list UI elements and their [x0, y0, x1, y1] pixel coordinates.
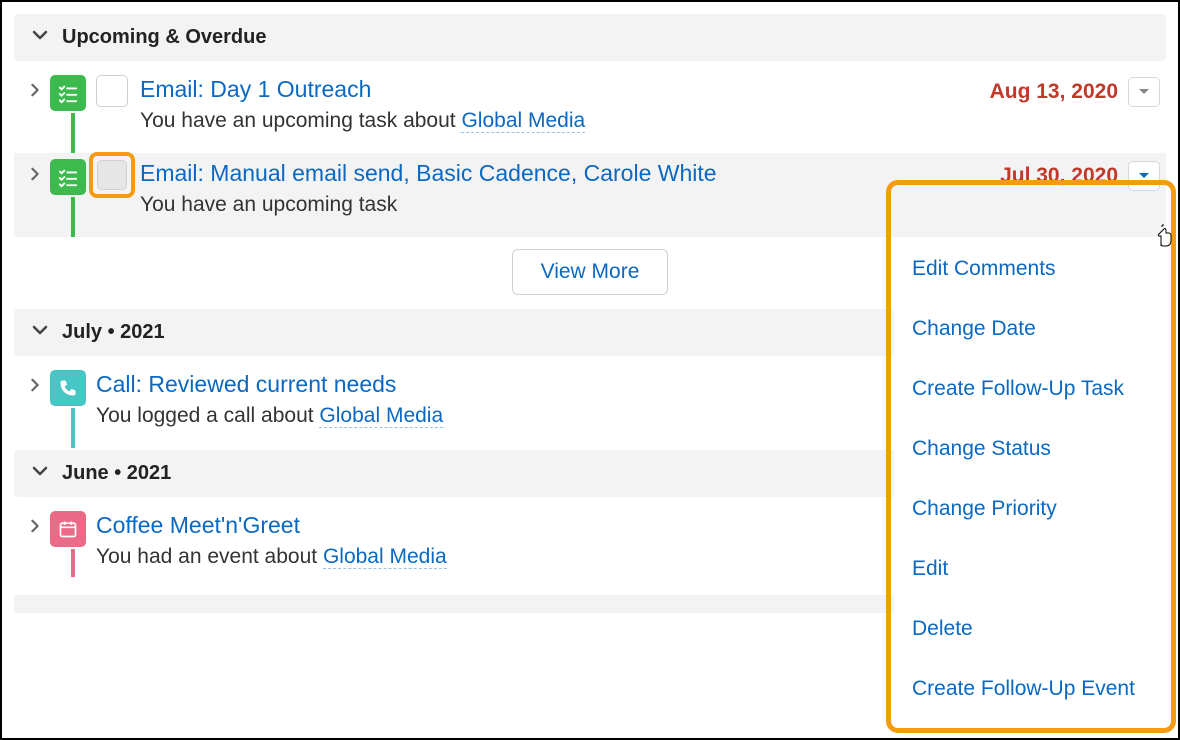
- menu-create-followup-task[interactable]: Create Follow-Up Task: [894, 359, 1167, 419]
- row-actions-menu: Edit Comments Change Date Create Follow-…: [894, 239, 1167, 719]
- menu-change-priority[interactable]: Change Priority: [894, 479, 1167, 539]
- chevron-down-icon: [32, 463, 48, 484]
- task-checkbox[interactable]: [96, 75, 128, 107]
- timeline-connector: [71, 197, 75, 237]
- call-icon: [50, 370, 86, 406]
- task-desc-text: You had an event about: [96, 545, 323, 568]
- menu-edit[interactable]: Edit: [894, 539, 1167, 599]
- task-description: You have an upcoming task about Global M…: [140, 109, 940, 133]
- menu-change-date[interactable]: Change Date: [894, 299, 1167, 359]
- timeline-connector: [71, 549, 75, 577]
- task-description: You have an upcoming task: [140, 193, 940, 217]
- task-title-link[interactable]: Email: Day 1 Outreach: [140, 75, 940, 105]
- task-type-icon: [50, 75, 86, 111]
- expand-chevron[interactable]: [20, 75, 50, 97]
- chevron-down-icon: [32, 322, 48, 343]
- task-checkbox-highlight: [89, 152, 135, 198]
- task-row: Email: Manual email send, Basic Cadence,…: [14, 153, 1166, 237]
- task-row: Email: Day 1 Outreach You have an upcomi…: [14, 69, 1166, 153]
- section-title: Upcoming & Overdue: [62, 26, 266, 49]
- related-record-link[interactable]: Global Media: [323, 545, 447, 569]
- expand-chevron[interactable]: [20, 159, 50, 181]
- menu-create-followup-event[interactable]: Create Follow-Up Event: [894, 659, 1167, 719]
- task-type-icon: [50, 159, 86, 195]
- expand-chevron[interactable]: [20, 370, 50, 392]
- menu-change-status[interactable]: Change Status: [894, 419, 1167, 479]
- related-record-link[interactable]: Global Media: [319, 404, 443, 428]
- due-date: Jul 30, 2020: [1000, 164, 1118, 188]
- row-actions-button[interactable]: [1128, 77, 1160, 107]
- chevron-down-icon: [32, 27, 48, 48]
- expand-chevron[interactable]: [20, 511, 50, 533]
- section-header-upcoming[interactable]: Upcoming & Overdue: [14, 14, 1166, 61]
- task-title-link[interactable]: Email: Manual email send, Basic Cadence,…: [140, 159, 940, 189]
- view-more-button[interactable]: View More: [512, 249, 669, 295]
- timeline-connector: [71, 113, 75, 153]
- cursor-pointer-icon: [1154, 224, 1174, 254]
- task-checkbox[interactable]: [97, 160, 127, 190]
- menu-delete[interactable]: Delete: [894, 599, 1167, 659]
- section-title: June • 2021: [62, 462, 171, 485]
- menu-edit-comments[interactable]: Edit Comments: [894, 239, 1167, 299]
- section-title: July • 2021: [62, 321, 165, 344]
- task-desc-text: You logged a call about: [96, 404, 319, 427]
- related-record-link[interactable]: Global Media: [461, 109, 585, 133]
- task-desc-text: You have an upcoming task about: [140, 109, 461, 132]
- timeline-connector: [71, 408, 75, 448]
- event-icon: [50, 511, 86, 547]
- row-actions-button[interactable]: [1128, 161, 1160, 191]
- task-desc-text: You have an upcoming task: [140, 193, 397, 216]
- due-date: Aug 13, 2020: [990, 80, 1118, 104]
